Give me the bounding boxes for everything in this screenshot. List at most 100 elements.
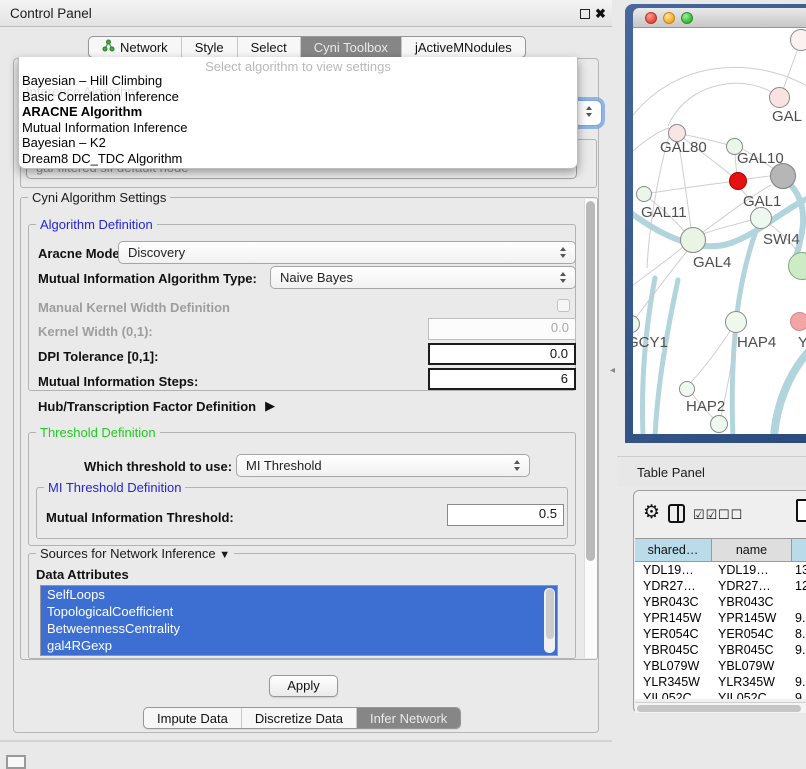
- list-item[interactable]: gal4RGexp: [41, 637, 557, 654]
- node-salmon[interactable]: [790, 312, 806, 331]
- cell: [792, 594, 806, 610]
- cell: 9.: [792, 610, 806, 626]
- list-item-partial[interactable]: [41, 654, 557, 656]
- mi-steps-label: Mutual Information Steps:: [38, 374, 198, 389]
- cell: 13: [792, 562, 806, 578]
- table-row[interactable]: YER054C YER054C 8.: [635, 626, 806, 642]
- table-hscrollbar-thumb[interactable]: [637, 705, 801, 712]
- mi-steps-field[interactable]: 6: [428, 368, 576, 390]
- cell: YLR345W: [712, 674, 792, 690]
- algorithm-option[interactable]: Bayesian – K2: [19, 135, 577, 151]
- minimized-panel-icon[interactable]: [6, 755, 26, 769]
- cell: YER054C: [635, 626, 712, 642]
- cell: YBL079W: [635, 658, 712, 674]
- hub-definition-section[interactable]: Hub/Transcription Factor Definition ▶: [38, 398, 275, 414]
- network-canvas[interactable]: GAL GAL80 GAL10 GAL11 GAL1 SWI4 GAL4 GCY…: [633, 28, 806, 434]
- settings-scrollbar-thumb[interactable]: [586, 201, 595, 561]
- algorithm-option[interactable]: Dream8 DC_TDC Algorithm: [19, 151, 577, 167]
- aracne-mode-combobox[interactable]: Discovery: [118, 241, 576, 264]
- node-red[interactable]: [729, 172, 747, 190]
- control-panel-titlebar: Control Panel ✖: [0, 0, 612, 27]
- list-item[interactable]: SelfLoops: [41, 586, 557, 603]
- node-hap2[interactable]: [679, 381, 695, 397]
- which-threshold-value: MI Threshold: [246, 458, 322, 473]
- node-gal11[interactable]: [636, 186, 652, 202]
- table-header-row: shared… name: [635, 538, 806, 562]
- split-columns-icon[interactable]: [668, 504, 685, 523]
- list-item[interactable]: BetweennessCentrality: [41, 620, 557, 637]
- table-row[interactable]: YBL079W YBL079W: [635, 658, 806, 674]
- table-panel-window: ⚙ ☑☑ ☐☐ shared… name YDL19… YDL19… 13 YD…: [633, 490, 806, 713]
- close-icon[interactable]: ✖: [595, 6, 606, 22]
- mi-algorithm-type-combobox[interactable]: Naive Bayes: [270, 266, 576, 289]
- cell: YPR145W: [712, 610, 792, 626]
- cell: 9.: [792, 674, 806, 690]
- new-table-icon[interactable]: [796, 499, 806, 522]
- table-row[interactable]: YPR145W YPR145W 9.: [635, 610, 806, 626]
- apply-button[interactable]: Apply: [269, 675, 338, 697]
- cell: YBL079W: [712, 658, 792, 674]
- node[interactable]: [790, 29, 806, 51]
- node[interactable]: [769, 87, 790, 108]
- node-hap4[interactable]: [725, 311, 747, 333]
- tab-select-label: Select: [251, 37, 287, 58]
- column-header-name[interactable]: name: [712, 539, 792, 561]
- cell: YBR045C: [712, 642, 792, 658]
- table-hscrollbar-track[interactable]: [635, 702, 806, 713]
- select-all-checkboxes-icon[interactable]: ☑☑: [693, 507, 718, 523]
- gear-icon[interactable]: ⚙: [643, 501, 660, 524]
- sources-group-label[interactable]: Sources for Network Inference ▼: [36, 546, 234, 561]
- kernel-width-field[interactable]: 0.0: [428, 318, 576, 340]
- cell: YBR043C: [712, 594, 792, 610]
- tab-network[interactable]: Network: [89, 37, 181, 57]
- minimize-traffic-icon[interactable]: [663, 12, 675, 24]
- table-row[interactable]: YLR345W YLR345W 9.: [635, 674, 806, 690]
- table-row[interactable]: YDL19… YDL19… 13: [635, 562, 806, 578]
- column-header-partial[interactable]: [792, 539, 806, 561]
- algorithm-option[interactable]: Basic Correlation Inference: [19, 89, 577, 105]
- collapsed-arrow-icon[interactable]: ▶: [265, 398, 275, 414]
- which-threshold-label: Which threshold to use:: [84, 459, 232, 474]
- which-threshold-combobox[interactable]: MI Threshold: [236, 454, 530, 477]
- tab-impute-data[interactable]: Impute Data: [144, 708, 241, 728]
- float-window-icon[interactable]: [580, 9, 590, 19]
- cell: 9.: [792, 642, 806, 658]
- list-scrollbar-track[interactable]: [544, 588, 555, 653]
- table-row[interactable]: YIL052C YIL052C 9.: [635, 690, 806, 699]
- list-item[interactable]: TopologicalCoefficient: [41, 603, 557, 620]
- expanded-arrow-icon[interactable]: ▼: [219, 549, 230, 561]
- tab-discretize-data[interactable]: Discretize Data: [241, 708, 356, 728]
- data-attributes-label: Data Attributes: [36, 567, 129, 582]
- tab-cyni-toolbox[interactable]: Cyni Toolbox: [300, 37, 401, 57]
- table-row[interactable]: YBR043C YBR043C: [635, 594, 806, 610]
- node-gal1[interactable]: [750, 207, 772, 229]
- algorithm-option[interactable]: Mutual Information Inference: [19, 120, 577, 136]
- algorithm-option[interactable]: Bayesian – Hill Climbing: [19, 73, 577, 89]
- tab-jactivemnodules[interactable]: jActiveMNodules: [401, 37, 525, 57]
- deselect-all-checkboxes-icon[interactable]: ☐☐: [718, 507, 743, 523]
- node-label: GAL: [772, 108, 802, 125]
- tab-style[interactable]: Style: [181, 37, 237, 57]
- combo-stepper-icon: [586, 106, 593, 117]
- node-gal4[interactable]: [680, 227, 706, 253]
- dpi-tolerance-field[interactable]: 0.0: [428, 343, 576, 365]
- list-scrollbar-thumb[interactable]: [546, 589, 554, 639]
- table-row[interactable]: YDR27… YDR27… 12: [635, 578, 806, 594]
- panel-divider-handle[interactable]: ◂: [610, 365, 615, 376]
- table-row[interactable]: YBR045C YBR045C 9.: [635, 642, 806, 658]
- tab-infer-network[interactable]: Infer Network: [356, 708, 460, 728]
- network-window-titlebar[interactable]: [633, 8, 806, 28]
- algorithm-option-selected[interactable]: ARACNE Algorithm: [19, 104, 577, 120]
- manual-kernel-width-checkbox[interactable]: [557, 299, 570, 312]
- tab-select[interactable]: Select: [237, 37, 300, 57]
- algorithm-options: Bayesian – Hill Climbing Basic Correlati…: [19, 73, 577, 166]
- node[interactable]: [710, 415, 728, 433]
- threshold-definition-label: Threshold Definition: [36, 425, 160, 440]
- zoom-traffic-icon[interactable]: [681, 12, 693, 24]
- mi-algorithm-type-label: Mutual Information Algorithm Type:: [38, 271, 257, 286]
- mi-threshold-field[interactable]: 0.5: [447, 504, 564, 526]
- node-label: GAL80: [660, 139, 707, 156]
- close-traffic-icon[interactable]: [645, 12, 657, 24]
- tab-discretize-data-label: Discretize Data: [255, 708, 343, 729]
- column-header-shared-name[interactable]: shared…: [635, 539, 712, 561]
